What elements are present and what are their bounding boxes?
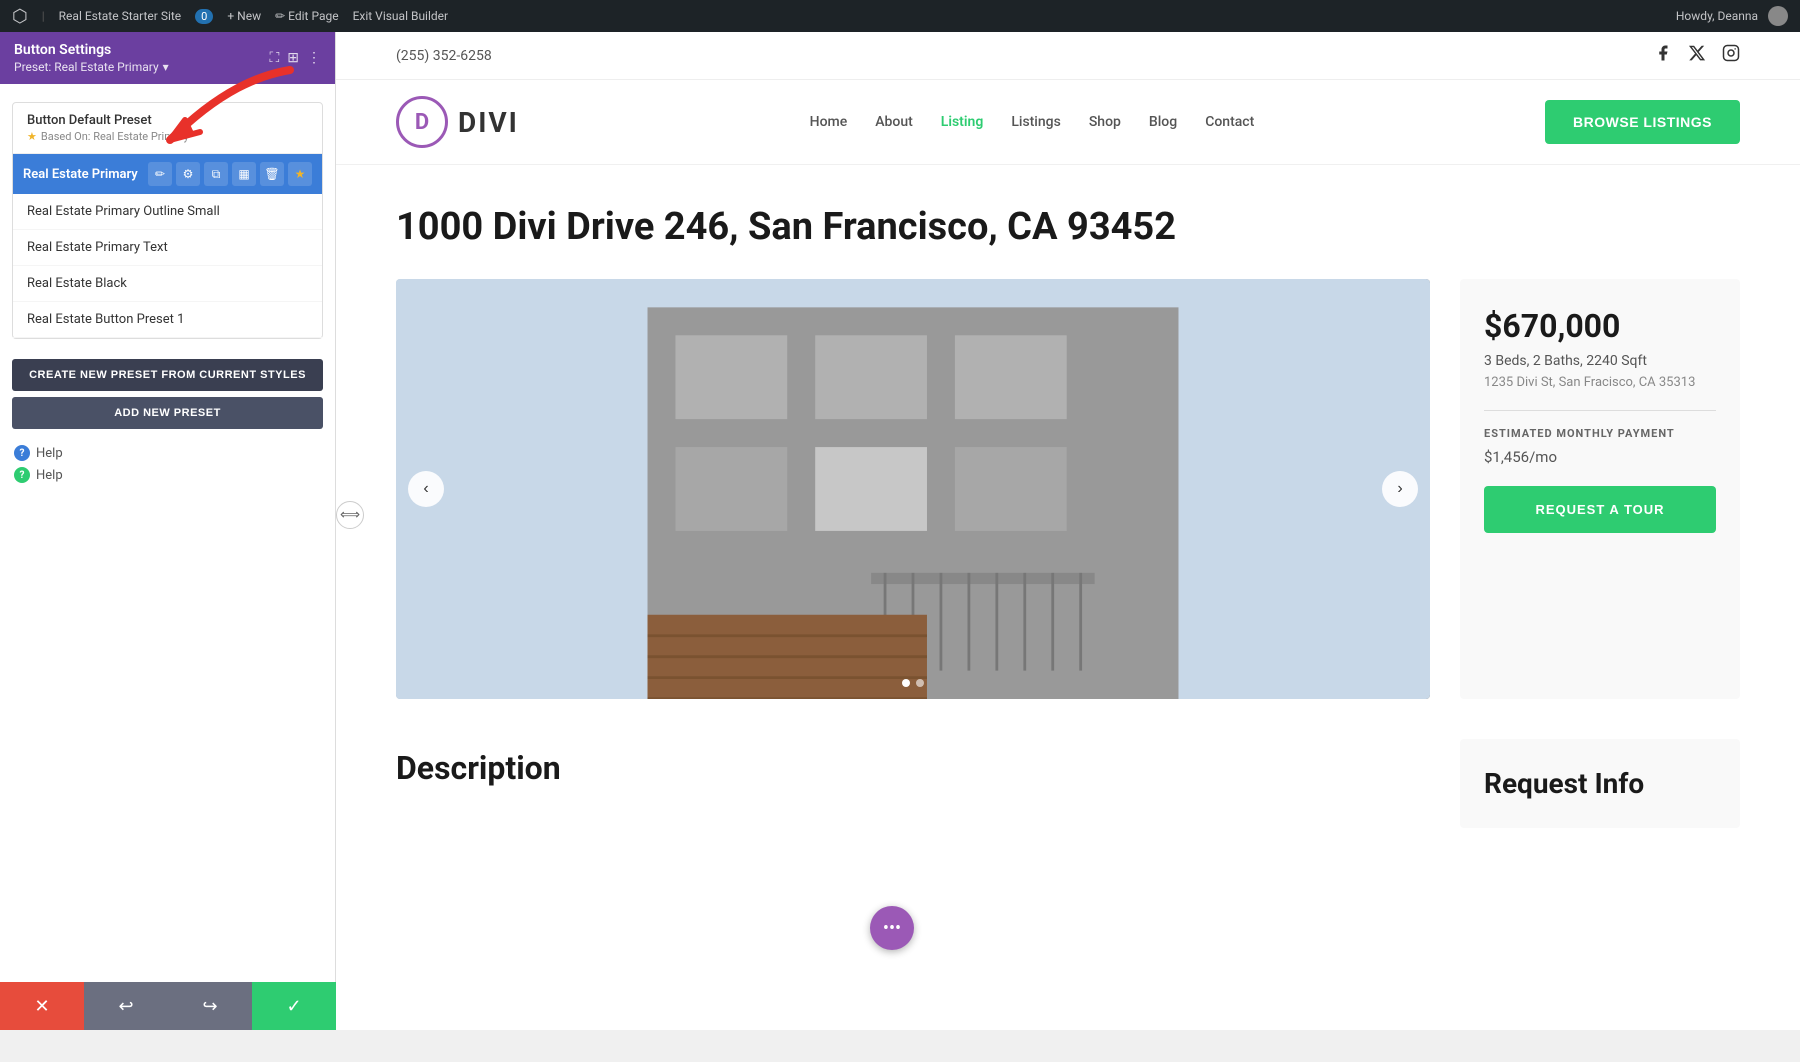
preset-layout-btn[interactable]: ▦ <box>232 162 256 186</box>
nav-home[interactable]: Home <box>810 114 848 130</box>
description-section: Description <box>396 749 1430 828</box>
nav-listing[interactable]: Listing <box>941 114 984 130</box>
comment-count[interactable]: 0 <box>195 9 213 24</box>
avatar <box>1768 6 1788 26</box>
panel-preset-label[interactable]: Preset: Real Estate Primary ▾ <box>14 60 169 74</box>
bottom-bar: ✕ ↩ ↪ ✓ <box>0 982 336 1030</box>
site-topbar: (255) 352-6258 <box>336 32 1800 80</box>
site-nav: D DIVI Home About Listing Listings Shop … <box>336 80 1800 165</box>
panel-help-links: ? Help ? Help <box>0 437 335 491</box>
panel-columns-icon[interactable]: ⊞ <box>287 50 299 66</box>
panel-content: Button Default Preset ★ Based On: Real E… <box>0 84 335 1030</box>
listing-payment: $1,456/mo <box>1484 448 1716 466</box>
preset-active-icons: ✏ ⚙ ⧉ ▦ 🗑 ★ <box>148 162 312 186</box>
site-logo: D DIVI <box>396 96 519 148</box>
create-preset-btn[interactable]: CREATE NEW PRESET FROM CURRENT STYLES <box>12 359 323 391</box>
carousel-dot-2[interactable] <box>916 679 924 687</box>
new-link[interactable]: + New <box>227 9 261 23</box>
request-tour-btn[interactable]: REQUEST A TOUR <box>1484 486 1716 533</box>
listing-title: 1000 Divi Drive 246, San Francisco, CA 9… <box>396 205 1740 249</box>
edit-page-link[interactable]: ✏ Edit Page <box>275 9 338 23</box>
facebook-icon[interactable] <box>1654 44 1672 67</box>
carousel-next-btn[interactable]: › <box>1382 471 1418 507</box>
floating-action-btn[interactable]: ••• <box>870 906 914 950</box>
site-wrapper: (255) 352-6258 D DIVI Home About Listing… <box>336 32 1800 1030</box>
request-info-sidebar: Request Info <box>1460 739 1740 828</box>
listing-image-area: ‹ › <box>396 279 1430 699</box>
panel-drag-handle[interactable]: ⟺ <box>336 501 364 529</box>
preset-list-item-1[interactable]: Real Estate Primary Outline Small <box>13 194 322 230</box>
site-social <box>1654 44 1740 67</box>
redo-btn[interactable]: ↪ <box>168 982 252 1030</box>
admin-bar: ⬡ | Real Estate Starter Site 0 + New ✏ E… <box>0 0 1800 32</box>
description-title: Description <box>396 749 1430 787</box>
button-settings-panel: Button Settings Preset: Real Estate Prim… <box>0 32 336 1030</box>
preset-list-item-4[interactable]: Real Estate Button Preset 1 <box>13 302 322 338</box>
logo-circle: D <box>396 96 448 148</box>
panel-header-icons: ⛶ ⊞ ⋮ <box>269 50 321 66</box>
twitter-icon[interactable] <box>1688 44 1706 67</box>
listing-info-sidebar: $670,000 3 Beds, 2 Baths, 2240 Sqft 1235… <box>1460 279 1740 699</box>
wp-logo-icon[interactable]: ⬡ <box>12 6 28 27</box>
panel-fullscreen-icon[interactable]: ⛶ <box>269 50 279 66</box>
preset-dropdown: Button Default Preset ★ Based On: Real E… <box>12 102 323 339</box>
listing-divider <box>1484 410 1716 411</box>
help-link-2[interactable]: ? Help <box>14 467 321 483</box>
carousel-dots <box>902 679 924 687</box>
listing-image <box>396 279 1430 699</box>
preset-edit-btn[interactable]: ✏ <box>148 162 172 186</box>
panel-actions: CREATE NEW PRESET FROM CURRENT STYLES AD… <box>0 351 335 437</box>
save-btn[interactable]: ✓ <box>252 982 336 1030</box>
preset-delete-btn[interactable]: 🗑 <box>260 162 284 186</box>
listing-main: ‹ › $670,000 3 Beds, 2 Baths, 2240 Sqft … <box>396 279 1740 699</box>
add-preset-btn[interactable]: ADD NEW PRESET <box>12 397 323 429</box>
active-preset-row[interactable]: Real Estate Primary ✏ ⚙ ⧉ ▦ 🗑 ★ <box>13 154 322 194</box>
carousel-dot-1[interactable] <box>902 679 910 687</box>
browse-listings-btn[interactable]: BROWSE LISTINGS <box>1545 100 1740 144</box>
nav-links: Home About Listing Listings Shop Blog Co… <box>810 114 1255 130</box>
preset-assign-btn[interactable]: ⧉ <box>204 162 228 186</box>
listing-payment-label: ESTIMATED MONTHLY PAYMENT <box>1484 427 1716 440</box>
preset-star-btn[interactable]: ★ <box>288 162 312 186</box>
site-phone: (255) 352-6258 <box>396 48 492 64</box>
default-preset-name: Button Default Preset <box>27 113 308 128</box>
page-content: 1000 Divi Drive 246, San Francisco, CA 9… <box>336 165 1800 868</box>
exit-builder-link[interactable]: Exit Visual Builder <box>353 9 449 23</box>
logo-text: DIVI <box>458 106 519 139</box>
default-preset-sub: ★ Based On: Real Estate Primary <box>27 130 308 143</box>
site-name-link[interactable]: Real Estate Starter Site <box>59 9 182 23</box>
panel-title: Button Settings <box>14 42 169 58</box>
nav-blog[interactable]: Blog <box>1149 114 1177 130</box>
undo-btn[interactable]: ↩ <box>84 982 168 1030</box>
listing-price: $670,000 <box>1484 307 1716 345</box>
howdy-text: Howdy, Deanna <box>1676 9 1758 23</box>
cancel-btn[interactable]: ✕ <box>0 982 84 1030</box>
active-preset-name: Real Estate Primary <box>23 167 142 182</box>
panel-more-icon[interactable]: ⋮ <box>307 50 321 66</box>
carousel-prev-btn[interactable]: ‹ <box>408 471 444 507</box>
nav-contact[interactable]: Contact <box>1205 114 1254 130</box>
nav-listings[interactable]: Listings <box>1011 114 1061 130</box>
default-preset-item[interactable]: Button Default Preset ★ Based On: Real E… <box>13 103 322 154</box>
help-link-1[interactable]: ? Help <box>14 445 321 461</box>
nav-about[interactable]: About <box>875 114 913 130</box>
preset-list-item-3[interactable]: Real Estate Black <box>13 266 322 302</box>
help-icon-1: ? <box>14 445 30 461</box>
listing-address: 1235 Divi St, San Fracisco, CA 35313 <box>1484 375 1716 390</box>
preset-list-item-2[interactable]: Real Estate Primary Text <box>13 230 322 266</box>
help-icon-2: ? <box>14 467 30 483</box>
panel-header: Button Settings Preset: Real Estate Prim… <box>0 32 335 84</box>
listing-specs: 3 Beds, 2 Baths, 2240 Sqft <box>1484 353 1716 369</box>
bottom-section: Description Request Info <box>396 739 1740 828</box>
star-icon: ★ <box>27 130 37 143</box>
nav-shop[interactable]: Shop <box>1089 114 1121 130</box>
preset-settings-btn[interactable]: ⚙ <box>176 162 200 186</box>
instagram-icon[interactable] <box>1722 44 1740 67</box>
request-info-title: Request Info <box>1484 767 1716 800</box>
